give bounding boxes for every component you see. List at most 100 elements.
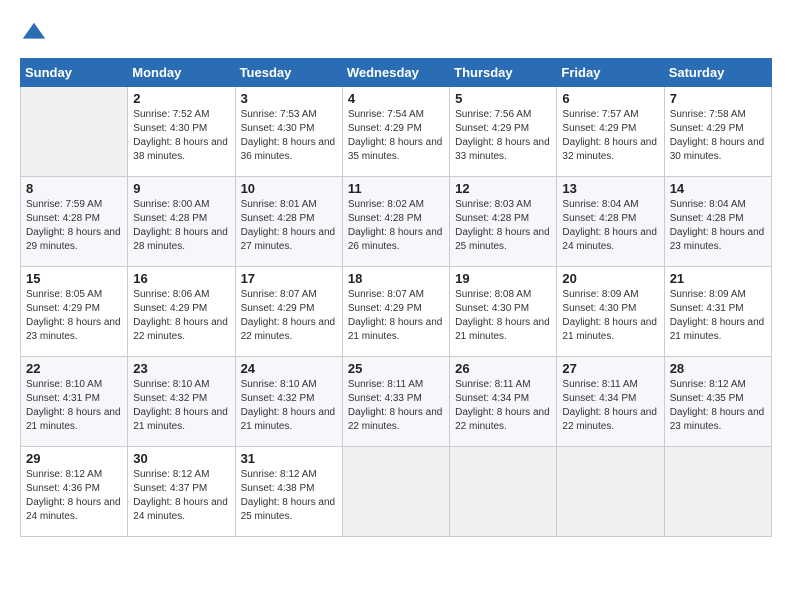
day-info: Sunrise: 8:02 AM Sunset: 4:28 PM Dayligh… xyxy=(348,198,444,254)
calendar-cell: 6 Sunrise: 7:57 AM Sunset: 4:29 PM Dayli… xyxy=(557,87,664,177)
calendar-cell: 20 Sunrise: 8:09 AM Sunset: 4:30 PM Dayl… xyxy=(557,267,664,357)
day-info: Sunrise: 8:12 AM Sunset: 4:38 PM Dayligh… xyxy=(241,468,337,524)
day-number: 25 xyxy=(348,361,444,376)
day-number: 24 xyxy=(241,361,337,376)
calendar-cell xyxy=(342,447,449,537)
day-number: 14 xyxy=(670,181,766,196)
day-number: 26 xyxy=(455,361,551,376)
calendar-week-1: 2 Sunrise: 7:52 AM Sunset: 4:30 PM Dayli… xyxy=(21,87,772,177)
header-row: SundayMondayTuesdayWednesdayThursdayFrid… xyxy=(21,59,772,87)
day-info: Sunrise: 8:08 AM Sunset: 4:30 PM Dayligh… xyxy=(455,288,551,344)
day-info: Sunrise: 8:10 AM Sunset: 4:32 PM Dayligh… xyxy=(133,378,229,434)
day-info: Sunrise: 7:57 AM Sunset: 4:29 PM Dayligh… xyxy=(562,108,658,164)
calendar-cell: 5 Sunrise: 7:56 AM Sunset: 4:29 PM Dayli… xyxy=(450,87,557,177)
day-number: 6 xyxy=(562,91,658,106)
calendar-cell: 12 Sunrise: 8:03 AM Sunset: 4:28 PM Dayl… xyxy=(450,177,557,267)
calendar-cell: 30 Sunrise: 8:12 AM Sunset: 4:37 PM Dayl… xyxy=(128,447,235,537)
day-number: 2 xyxy=(133,91,229,106)
day-header-wednesday: Wednesday xyxy=(342,59,449,87)
calendar-cell: 3 Sunrise: 7:53 AM Sunset: 4:30 PM Dayli… xyxy=(235,87,342,177)
day-number: 5 xyxy=(455,91,551,106)
day-number: 17 xyxy=(241,271,337,286)
calendar-cell: 19 Sunrise: 8:08 AM Sunset: 4:30 PM Dayl… xyxy=(450,267,557,357)
calendar-cell: 13 Sunrise: 8:04 AM Sunset: 4:28 PM Dayl… xyxy=(557,177,664,267)
day-header-monday: Monday xyxy=(128,59,235,87)
calendar-cell: 26 Sunrise: 8:11 AM Sunset: 4:34 PM Dayl… xyxy=(450,357,557,447)
day-info: Sunrise: 7:56 AM Sunset: 4:29 PM Dayligh… xyxy=(455,108,551,164)
logo xyxy=(20,20,50,48)
day-number: 20 xyxy=(562,271,658,286)
day-number: 10 xyxy=(241,181,337,196)
day-number: 13 xyxy=(562,181,658,196)
day-info: Sunrise: 7:52 AM Sunset: 4:30 PM Dayligh… xyxy=(133,108,229,164)
calendar-cell: 28 Sunrise: 8:12 AM Sunset: 4:35 PM Dayl… xyxy=(664,357,771,447)
page-header xyxy=(20,20,772,48)
day-header-sunday: Sunday xyxy=(21,59,128,87)
day-number: 28 xyxy=(670,361,766,376)
day-info: Sunrise: 8:12 AM Sunset: 4:36 PM Dayligh… xyxy=(26,468,122,524)
calendar-cell xyxy=(21,87,128,177)
day-number: 11 xyxy=(348,181,444,196)
day-number: 4 xyxy=(348,91,444,106)
calendar-cell: 4 Sunrise: 7:54 AM Sunset: 4:29 PM Dayli… xyxy=(342,87,449,177)
day-number: 15 xyxy=(26,271,122,286)
day-number: 8 xyxy=(26,181,122,196)
day-info: Sunrise: 8:04 AM Sunset: 4:28 PM Dayligh… xyxy=(562,198,658,254)
day-number: 16 xyxy=(133,271,229,286)
calendar-cell: 24 Sunrise: 8:10 AM Sunset: 4:32 PM Dayl… xyxy=(235,357,342,447)
calendar-week-3: 15 Sunrise: 8:05 AM Sunset: 4:29 PM Dayl… xyxy=(21,267,772,357)
day-info: Sunrise: 7:54 AM Sunset: 4:29 PM Dayligh… xyxy=(348,108,444,164)
calendar-week-5: 29 Sunrise: 8:12 AM Sunset: 4:36 PM Dayl… xyxy=(21,447,772,537)
calendar-cell: 8 Sunrise: 7:59 AM Sunset: 4:28 PM Dayli… xyxy=(21,177,128,267)
day-number: 31 xyxy=(241,451,337,466)
day-info: Sunrise: 8:06 AM Sunset: 4:29 PM Dayligh… xyxy=(133,288,229,344)
day-info: Sunrise: 8:12 AM Sunset: 4:37 PM Dayligh… xyxy=(133,468,229,524)
day-info: Sunrise: 8:07 AM Sunset: 4:29 PM Dayligh… xyxy=(241,288,337,344)
calendar-cell: 10 Sunrise: 8:01 AM Sunset: 4:28 PM Dayl… xyxy=(235,177,342,267)
calendar-cell xyxy=(450,447,557,537)
day-number: 27 xyxy=(562,361,658,376)
day-info: Sunrise: 8:03 AM Sunset: 4:28 PM Dayligh… xyxy=(455,198,551,254)
day-info: Sunrise: 8:05 AM Sunset: 4:29 PM Dayligh… xyxy=(26,288,122,344)
day-info: Sunrise: 8:09 AM Sunset: 4:31 PM Dayligh… xyxy=(670,288,766,344)
calendar-cell: 25 Sunrise: 8:11 AM Sunset: 4:33 PM Dayl… xyxy=(342,357,449,447)
day-header-friday: Friday xyxy=(557,59,664,87)
day-info: Sunrise: 7:58 AM Sunset: 4:29 PM Dayligh… xyxy=(670,108,766,164)
day-info: Sunrise: 7:53 AM Sunset: 4:30 PM Dayligh… xyxy=(241,108,337,164)
calendar-cell xyxy=(557,447,664,537)
day-number: 30 xyxy=(133,451,229,466)
day-number: 7 xyxy=(670,91,766,106)
calendar-cell xyxy=(664,447,771,537)
day-info: Sunrise: 7:59 AM Sunset: 4:28 PM Dayligh… xyxy=(26,198,122,254)
day-number: 22 xyxy=(26,361,122,376)
day-info: Sunrise: 8:11 AM Sunset: 4:33 PM Dayligh… xyxy=(348,378,444,434)
calendar-cell: 21 Sunrise: 8:09 AM Sunset: 4:31 PM Dayl… xyxy=(664,267,771,357)
day-number: 9 xyxy=(133,181,229,196)
calendar-cell: 7 Sunrise: 7:58 AM Sunset: 4:29 PM Dayli… xyxy=(664,87,771,177)
day-header-tuesday: Tuesday xyxy=(235,59,342,87)
calendar-cell: 15 Sunrise: 8:05 AM Sunset: 4:29 PM Dayl… xyxy=(21,267,128,357)
day-number: 12 xyxy=(455,181,551,196)
calendar-cell: 29 Sunrise: 8:12 AM Sunset: 4:36 PM Dayl… xyxy=(21,447,128,537)
day-info: Sunrise: 8:00 AM Sunset: 4:28 PM Dayligh… xyxy=(133,198,229,254)
day-info: Sunrise: 8:04 AM Sunset: 4:28 PM Dayligh… xyxy=(670,198,766,254)
calendar-cell: 27 Sunrise: 8:11 AM Sunset: 4:34 PM Dayl… xyxy=(557,357,664,447)
calendar-cell: 22 Sunrise: 8:10 AM Sunset: 4:31 PM Dayl… xyxy=(21,357,128,447)
calendar-cell: 14 Sunrise: 8:04 AM Sunset: 4:28 PM Dayl… xyxy=(664,177,771,267)
calendar-cell: 17 Sunrise: 8:07 AM Sunset: 4:29 PM Dayl… xyxy=(235,267,342,357)
day-number: 23 xyxy=(133,361,229,376)
day-header-saturday: Saturday xyxy=(664,59,771,87)
day-info: Sunrise: 8:11 AM Sunset: 4:34 PM Dayligh… xyxy=(455,378,551,434)
calendar-cell: 31 Sunrise: 8:12 AM Sunset: 4:38 PM Dayl… xyxy=(235,447,342,537)
day-number: 18 xyxy=(348,271,444,286)
calendar-cell: 2 Sunrise: 7:52 AM Sunset: 4:30 PM Dayli… xyxy=(128,87,235,177)
logo-icon xyxy=(20,20,48,48)
day-info: Sunrise: 8:10 AM Sunset: 4:31 PM Dayligh… xyxy=(26,378,122,434)
calendar-cell: 11 Sunrise: 8:02 AM Sunset: 4:28 PM Dayl… xyxy=(342,177,449,267)
day-number: 3 xyxy=(241,91,337,106)
day-number: 29 xyxy=(26,451,122,466)
calendar-cell: 18 Sunrise: 8:07 AM Sunset: 4:29 PM Dayl… xyxy=(342,267,449,357)
day-info: Sunrise: 8:01 AM Sunset: 4:28 PM Dayligh… xyxy=(241,198,337,254)
calendar-cell: 23 Sunrise: 8:10 AM Sunset: 4:32 PM Dayl… xyxy=(128,357,235,447)
day-number: 19 xyxy=(455,271,551,286)
